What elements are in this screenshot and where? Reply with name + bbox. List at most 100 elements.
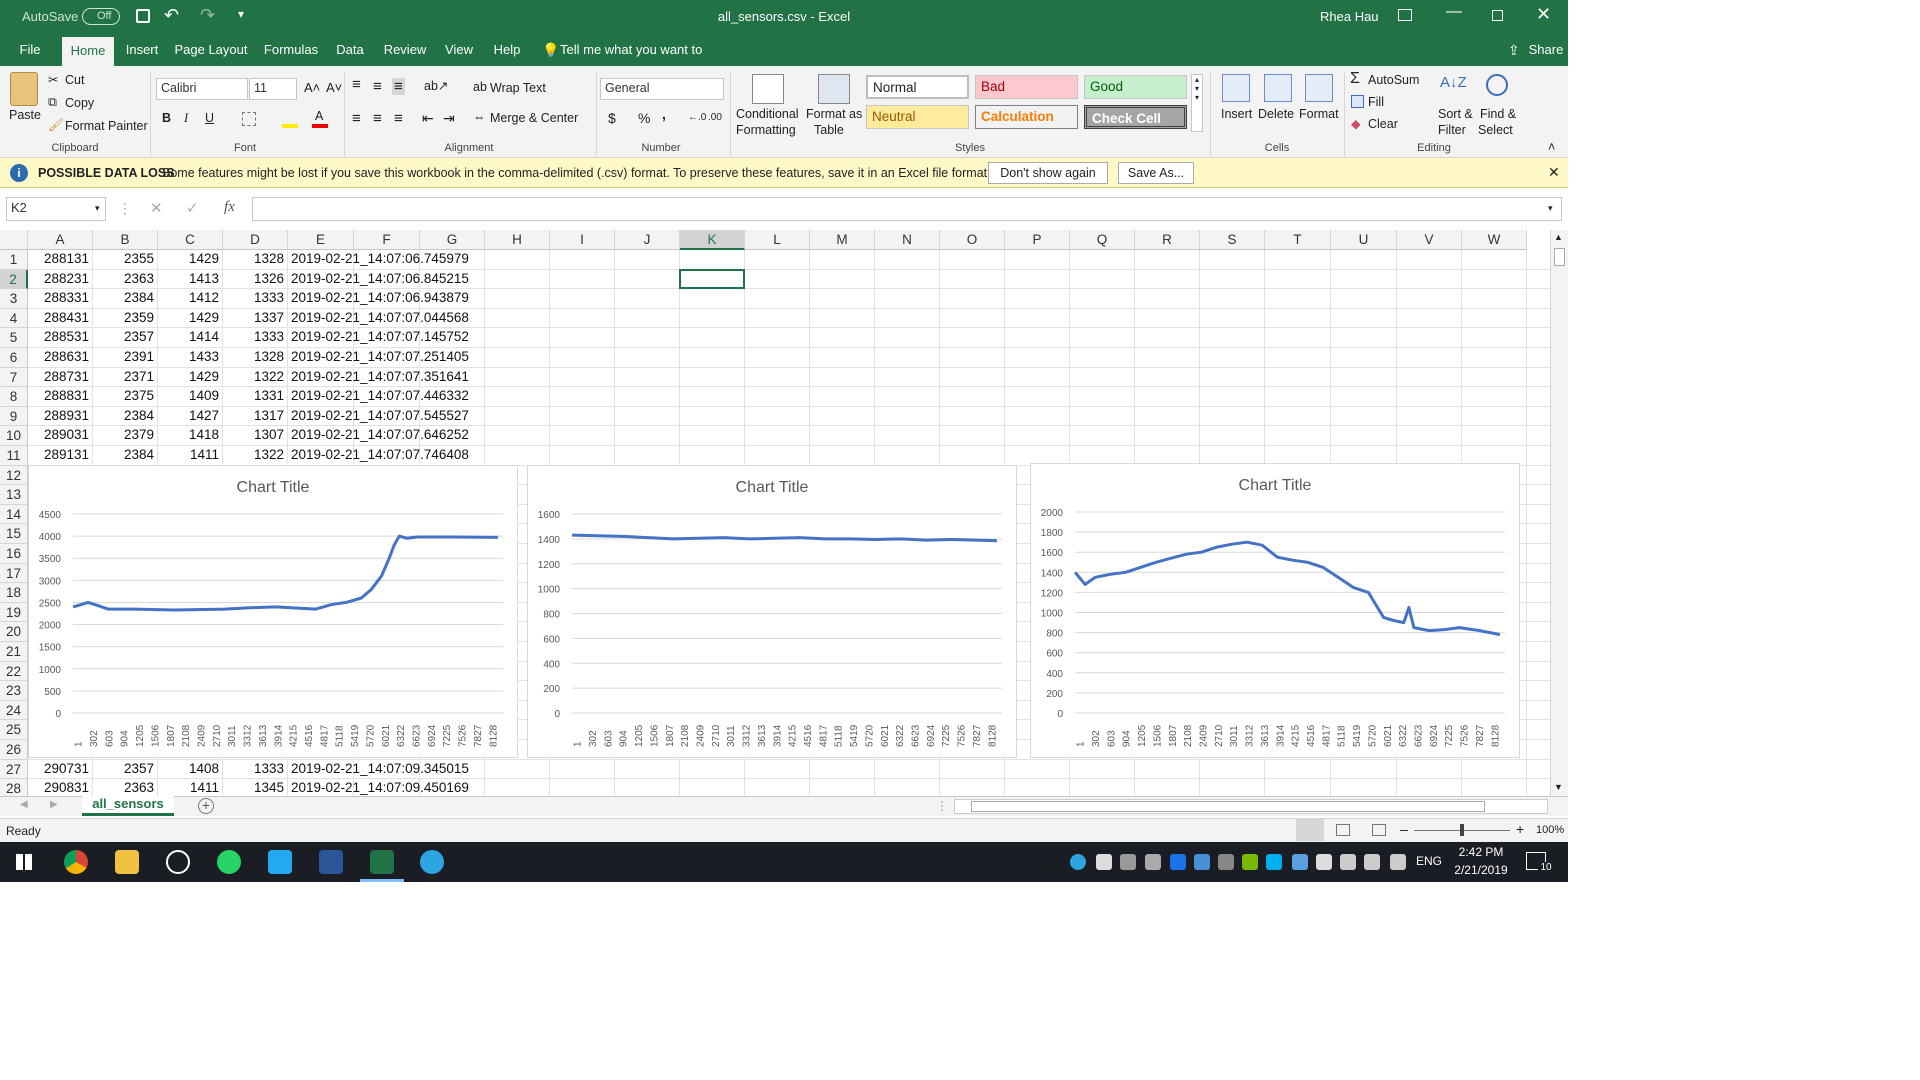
telegram-tray-icon[interactable] [1070,854,1086,870]
row-header[interactable]: 5 [0,328,28,348]
tray-icon-3[interactable] [1120,854,1136,870]
cell[interactable]: 288931 [28,408,93,427]
column-header-d[interactable]: D [223,230,288,250]
cell[interactable]: 289131 [28,447,93,466]
format-as-table-button[interactable]: Format as [806,107,862,121]
cell[interactable]: 2019-02-21_14:07:09.450169 [288,780,488,795]
cell[interactable]: 1429 [158,310,223,329]
cell[interactable]: 1413 [158,271,223,290]
cell[interactable]: 2384 [93,408,158,427]
cancel-icon[interactable]: ✕ [150,199,163,217]
cell[interactable]: 1322 [223,369,288,388]
sheet-tab-all-sensors[interactable]: all_sensors [82,796,174,816]
cell[interactable]: 288631 [28,349,93,368]
fill-color-icon[interactable] [282,124,298,128]
clock-date[interactable]: 2/21/2019 [1450,863,1512,877]
excel-icon[interactable] [370,850,394,874]
column-header-k[interactable]: K [680,230,745,250]
row-header[interactable]: 24 [0,700,28,721]
cell[interactable]: 1326 [223,271,288,290]
cell[interactable]: 1322 [223,447,288,466]
tab-page-layout[interactable]: Page Layout [172,34,250,66]
copy-button[interactable]: Copy [65,96,94,110]
cell[interactable]: 1408 [158,761,223,780]
cell[interactable]: 1317 [223,408,288,427]
bottom-align-icon[interactable]: ≡ [392,78,405,95]
cell[interactable]: 2019-02-21_14:07:06.845215 [288,271,488,286]
row-header[interactable]: 17 [0,563,28,584]
bluetooth-icon[interactable] [1170,854,1186,870]
column-header-r[interactable]: R [1135,230,1200,250]
tab-help[interactable]: Help [488,34,526,66]
cell[interactable]: 2359 [93,310,158,329]
column-header-w[interactable]: W [1462,230,1527,250]
cell[interactable]: 2363 [93,780,158,796]
chart-2[interactable]: Chart Title 1600 1400 1200 1000 800 600 400 200 0… [527,465,1017,758]
cell[interactable]: 2384 [93,447,158,466]
cell[interactable]: 1414 [158,329,223,348]
format-cells-icon[interactable] [1305,74,1333,102]
cell[interactable]: 1429 [158,251,223,270]
save-as-button[interactable]: Save As... [1118,162,1194,184]
styles-scroll[interactable]: ▴ ▾ ▾ [1191,74,1203,132]
cell[interactable]: 2357 [93,329,158,348]
middle-align-icon[interactable]: ≡ [373,78,382,95]
column-header-n[interactable]: N [875,230,940,250]
column-header-v[interactable]: V [1397,230,1462,250]
column-header-b[interactable]: B [93,230,158,250]
delete-cells-button[interactable]: Delete [1258,107,1294,121]
style-calculation[interactable]: Calculation [975,105,1078,129]
column-header-g[interactable]: G [420,230,485,250]
cell[interactable]: 288331 [28,290,93,309]
conditional-formatting-button[interactable]: Conditional [736,107,799,121]
format-painter-button[interactable]: Format Painter [65,119,148,133]
format-as-table-icon[interactable] [818,74,850,104]
column-header-h[interactable]: H [485,230,550,250]
onedrive-icon[interactable] [1316,854,1332,870]
style-neutral[interactable]: Neutral [866,105,969,129]
increase-decimal-icon[interactable]: ←.0 [688,112,706,123]
row-header[interactable]: 9 [0,406,28,427]
row-header[interactable]: 13 [0,485,28,505]
grow-font-icon[interactable]: A˄ [304,80,320,95]
cell[interactable]: 1331 [223,388,288,407]
cell[interactable]: 2355 [93,251,158,270]
cell[interactable]: 2363 [93,271,158,290]
cell[interactable]: 1328 [223,349,288,368]
new-sheet-icon[interactable]: + [198,798,214,814]
tray-icon-6[interactable] [1194,854,1210,870]
maximize-icon[interactable] [1492,10,1503,21]
file-explorer-icon[interactable] [115,850,139,874]
row-header[interactable]: 26 [0,740,28,760]
cell[interactable]: 1433 [158,349,223,368]
name-box[interactable]: K2 [6,197,106,221]
row-header[interactable]: 23 [0,681,28,701]
cell[interactable]: 2379 [93,427,158,446]
cell[interactable]: 1337 [223,310,288,329]
align-left-icon[interactable]: ≡ [352,110,361,127]
windows-start-icon[interactable] [16,854,32,870]
cell[interactable]: 2019-02-21_14:07:07.545527 [288,408,488,423]
row-header[interactable]: 18 [0,583,28,603]
chart-3[interactable]: Chart Title 2000 1800 1600 1400 1200 1000 800 60… [1030,463,1520,758]
tab-insert[interactable]: Insert [120,34,164,66]
cell[interactable]: 2019-02-21_14:07:07.351641 [288,369,488,384]
row-header[interactable]: 6 [0,348,28,368]
column-header-m[interactable]: M [810,230,875,250]
align-right-icon[interactable]: ≡ [394,110,403,127]
normal-view-icon[interactable] [1296,819,1324,841]
cell[interactable]: 288231 [28,271,93,290]
paste-icon[interactable] [10,72,38,106]
cell[interactable]: 2019-02-21_14:07:07.746408 [288,447,488,462]
orientation-icon[interactable]: ab↗ [424,78,448,93]
tab-review[interactable]: Review [380,34,430,66]
skype-icon[interactable] [1266,854,1282,870]
cell[interactable]: 1412 [158,290,223,309]
column-header-j[interactable]: J [615,230,680,250]
row-header[interactable]: 20 [0,622,28,642]
collapse-ribbon-icon[interactable]: ˄ [1548,140,1555,154]
cell[interactable]: 288831 [28,388,93,407]
tray-icon-4[interactable] [1145,854,1161,870]
currency-button[interactable]: $ [608,110,616,126]
borders-icon[interactable] [242,112,256,126]
